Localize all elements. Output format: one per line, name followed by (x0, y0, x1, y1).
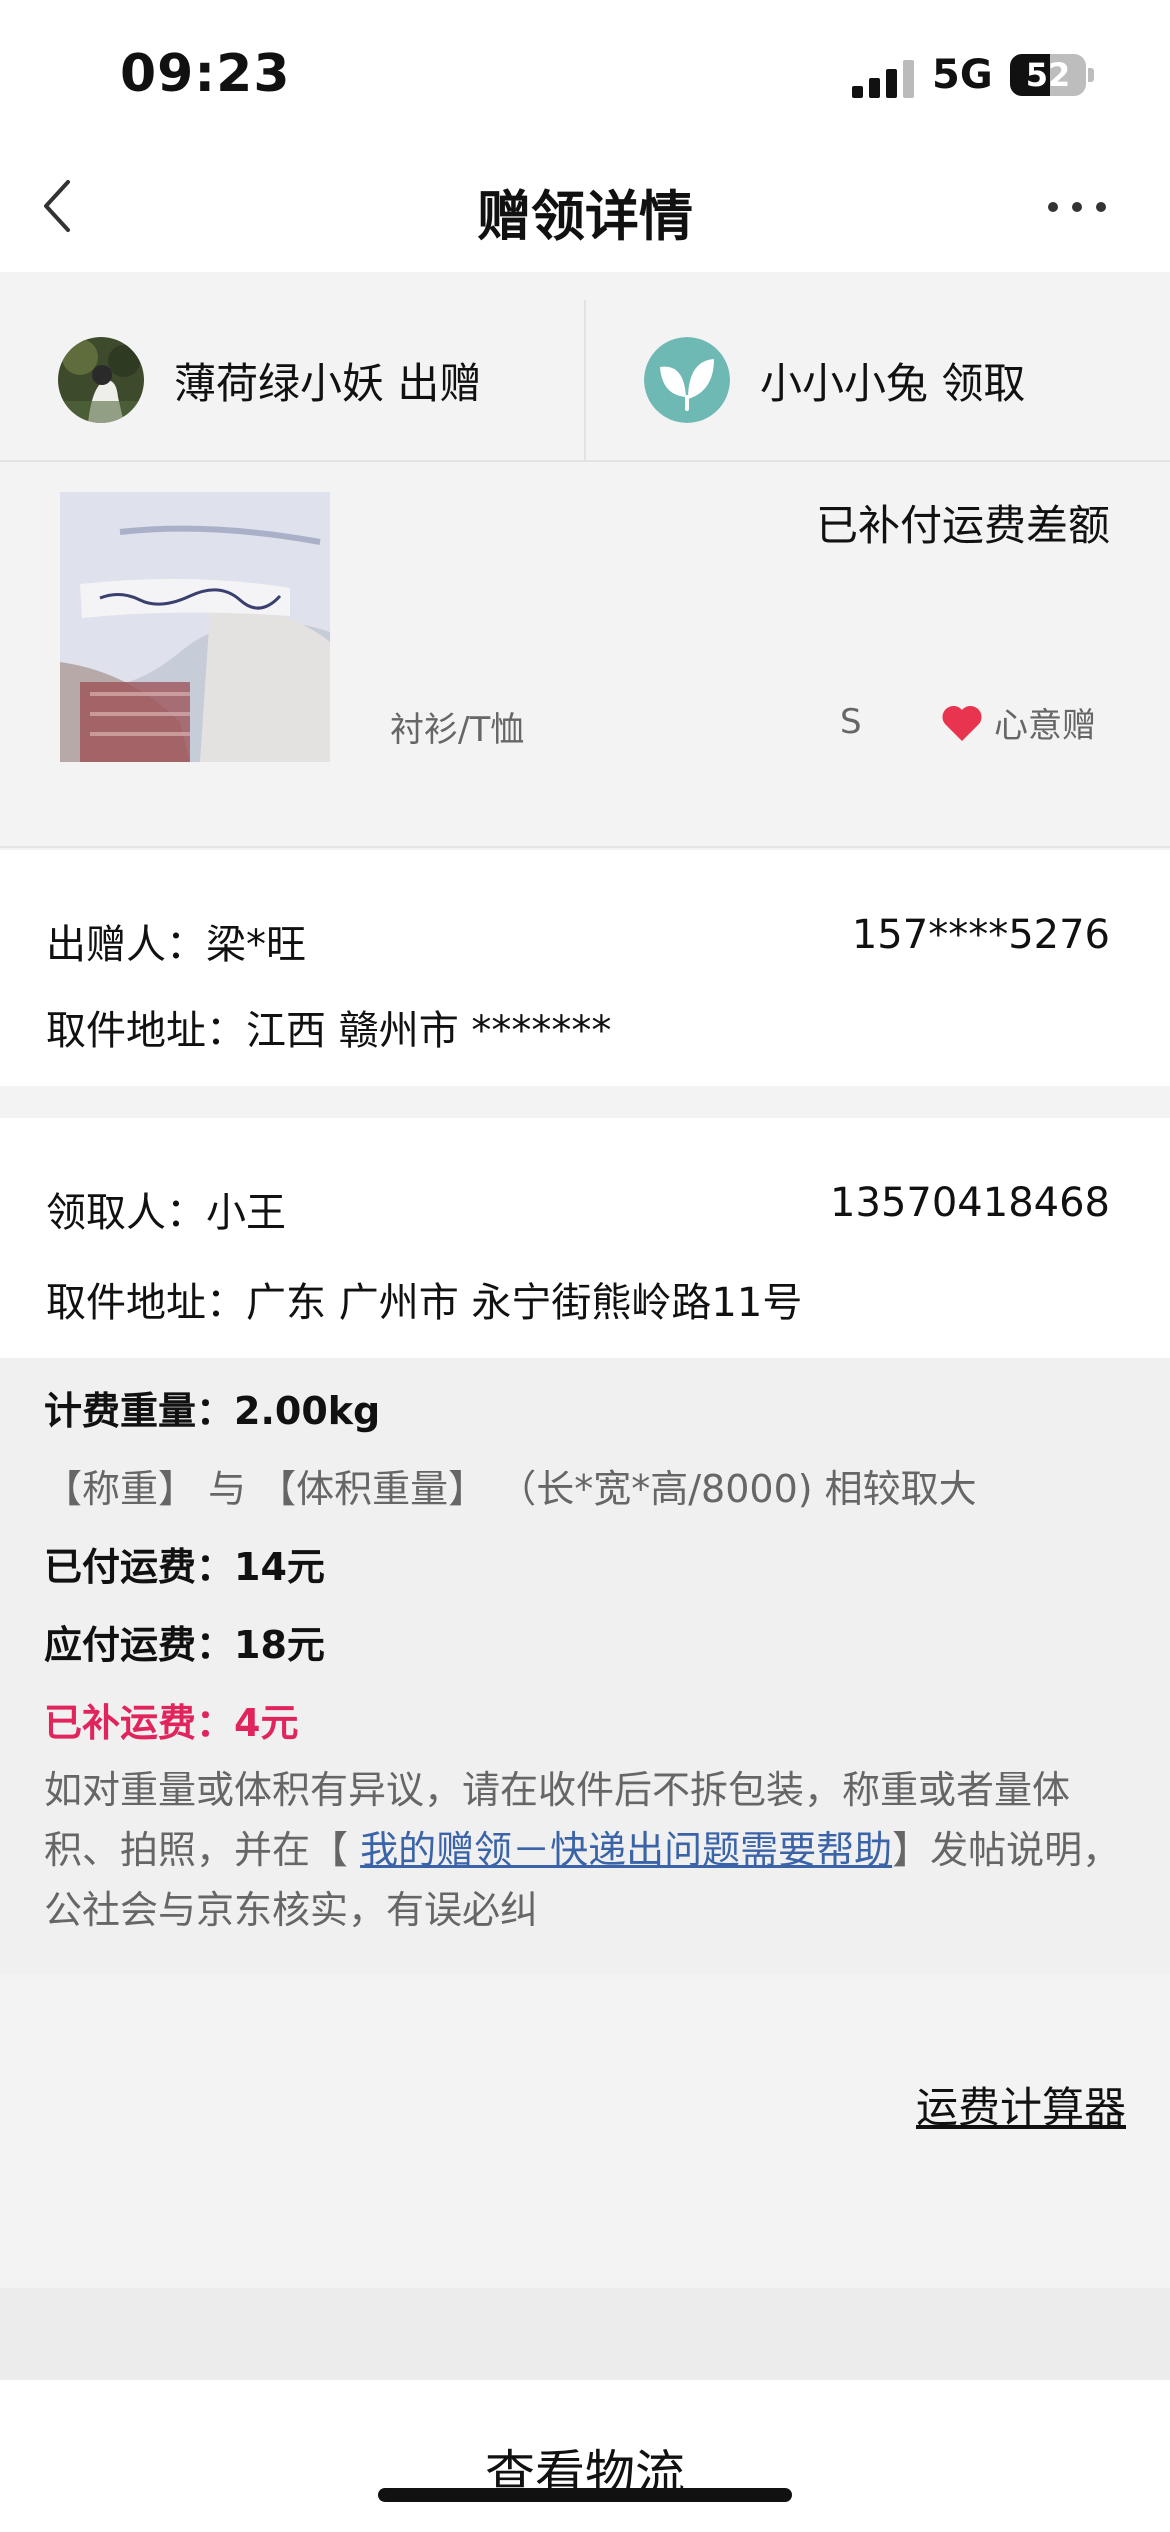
billing-weight: 计费重量：2.00kg (44, 1389, 381, 1433)
item-category: 衬衫/T恤 (390, 710, 525, 750)
receiver-avatar-leaf-icon (644, 337, 730, 423)
home-indicator (378, 2488, 792, 2502)
receiver-phone[interactable]: 13570418468 (830, 1180, 1110, 1226)
giver-address-row: 取件地址：江西 赣州市 ******* (46, 998, 611, 1056)
giver-role: 出赠 (397, 358, 482, 408)
dispute-help-text: 如对重量或体积有异议，请在收件后不拆包装，称重或者量体积、拍照，并在【 我的赠领… (44, 1760, 1134, 1940)
receiver-real-name: 小王 (206, 1190, 286, 1236)
bottom-bar: 查看物流 (0, 2380, 1170, 2532)
giver-info-card: 出赠人：梁*旺 157****5276 取件地址：江西 赣州市 ******* (0, 850, 1170, 1086)
receiver-name: 小小小兔 (760, 358, 929, 408)
receiver-role: 领取 (941, 358, 1026, 408)
battery-percent: 52 (1025, 56, 1071, 94)
receiver-party[interactable]: 小小小兔 领取 (644, 300, 1025, 460)
item-status: 已补付运费差额 (815, 501, 1110, 550)
item-tag: 心意赠 (940, 698, 1096, 747)
supplemented-shipping: 已补运费：4元 (44, 1701, 299, 1745)
giver-phone[interactable]: 157****5276 (852, 912, 1110, 958)
item-tag-label: 心意赠 (994, 706, 1096, 746)
page-title: 赠领详情 (477, 185, 693, 248)
gap-bar (0, 2288, 1170, 2380)
item-photo[interactable] (60, 492, 330, 762)
receiver-name-row: 领取人：小王 (46, 1180, 286, 1238)
receiver-address: 广东 广州市 永宁街熊岭路11号 (246, 1280, 803, 1326)
more-options-icon[interactable] (1048, 192, 1106, 222)
giver-real-name: 梁*旺 (206, 922, 306, 968)
navigation-bar: 赠领详情 (0, 140, 1170, 272)
giver-name-label: 出赠人： (46, 922, 206, 968)
cellular-signal-icon (852, 58, 916, 98)
help-link[interactable]: 我的赠领－快递出问题需要帮助 (360, 1828, 892, 1872)
receiver-address-label: 取件地址： (46, 1280, 246, 1326)
giver-address-label: 取件地址： (46, 1008, 246, 1054)
status-time: 09:23 (120, 44, 291, 104)
giver-avatar (58, 337, 144, 423)
paid-shipping: 已付运费：14元 (44, 1545, 325, 1589)
item-section: 已补付运费差额 衬衫/T恤 S 心意赠 (0, 462, 1170, 848)
giver-address: 江西 赣州市 ******* (246, 1008, 612, 1054)
fee-section: 计费重量：2.00kg 【称重】 与 【体积重量】 （长*宽*高/8000) 相… (0, 1358, 1170, 1974)
giver-name-row: 出赠人：梁*旺 (46, 912, 306, 970)
shipping-calculator-link[interactable]: 运费计算器 (916, 2074, 1126, 2135)
parties-section: 薄荷绿小妖 出赠 小小小兔 领取 (0, 300, 1170, 462)
receiver-address-row: 取件地址：广东 广州市 永宁街熊岭路11号 (46, 1270, 802, 1328)
battery-icon: 52 (1010, 54, 1086, 96)
giver-party[interactable]: 薄荷绿小妖 出赠 (58, 300, 481, 460)
weight-rule-note: 【称重】 与 【体积重量】 （长*宽*高/8000) 相较取大 (44, 1467, 977, 1511)
heart-icon (942, 705, 982, 741)
parties-divider (584, 300, 586, 460)
item-size: S (840, 702, 862, 742)
receiver-info-card: 领取人：小王 13570418468 取件地址：广东 广州市 永宁街熊岭路11号 (0, 1118, 1170, 1358)
receiver-name-label: 领取人： (46, 1190, 206, 1236)
giver-name: 薄荷绿小妖 (174, 358, 385, 408)
network-type: 5G (932, 52, 993, 98)
payable-shipping: 应付运费：18元 (44, 1623, 325, 1667)
battery-tip (1088, 68, 1094, 82)
calculator-area: 运费计算器 (0, 1974, 1170, 2288)
status-bar: 09:23 5G 52 (0, 0, 1170, 140)
